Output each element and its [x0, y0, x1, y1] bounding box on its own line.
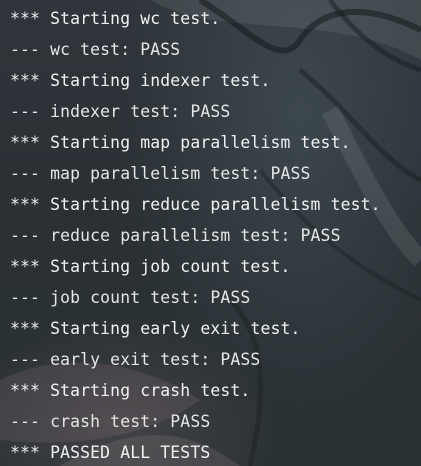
output-line: *** Starting indexer test.: [10, 71, 271, 90]
output-line: --- job count test: PASS: [10, 288, 251, 307]
output-line: --- crash test: PASS: [10, 412, 211, 431]
output-line: *** Starting early exit test.: [10, 319, 301, 338]
output-line: *** Starting map parallelism test.: [10, 133, 351, 152]
output-line: *** Starting job count test.: [10, 257, 291, 276]
output-line: --- wc test: PASS: [10, 40, 181, 59]
output-lines: *** Starting wc test. --- wc test: PASS …: [10, 3, 381, 466]
output-line-summary: *** PASSED ALL TESTS: [10, 443, 211, 462]
output-line: *** Starting reduce parallelism test.: [10, 195, 381, 214]
output-line: --- map parallelism test: PASS: [10, 164, 311, 183]
output-line: --- indexer test: PASS: [10, 102, 231, 121]
terminal-output-pane[interactable]: *** Starting wc test. --- wc test: PASS …: [0, 0, 421, 466]
output-line: *** Starting wc test.: [10, 9, 221, 28]
output-line: *** Starting crash test.: [10, 381, 251, 400]
output-line: --- reduce parallelism test: PASS: [10, 226, 341, 245]
output-line: --- early exit test: PASS: [10, 350, 261, 369]
